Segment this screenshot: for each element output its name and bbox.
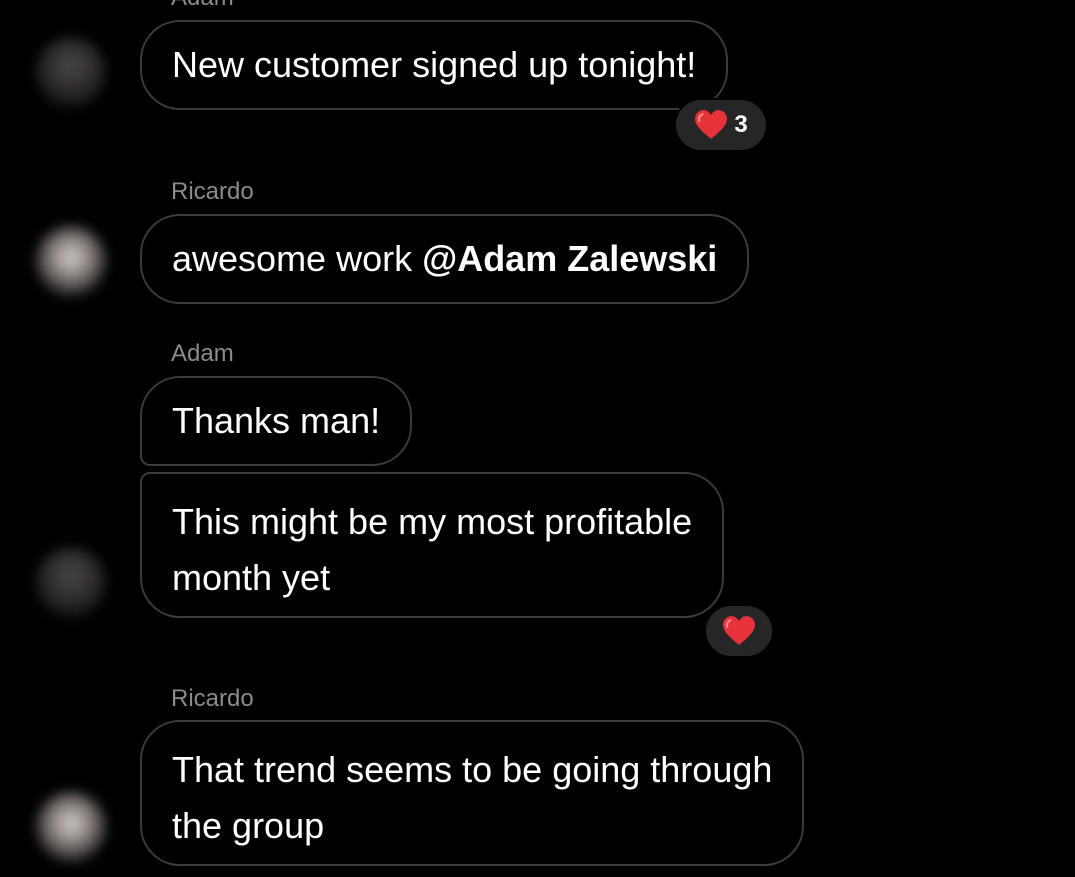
sender-name: Adam [171,0,234,10]
reaction-badge[interactable] [704,604,774,658]
message-bubble[interactable]: This might be my most profitable month y… [140,472,725,618]
message-text-line: That trend seems to be going through [172,749,773,790]
message-text: Thanks man! [172,400,381,441]
message-text-line: month yet [172,557,331,598]
message-text: New customer signed up tonight! [172,44,697,85]
sender-name: Ricardo [171,685,254,712]
message-bubble[interactable]: awesome work @Adam Zalewski [140,214,750,304]
avatar[interactable] [36,548,106,618]
message-bubble[interactable]: Thanks man! [140,376,413,466]
avatar[interactable] [36,38,106,108]
message-text-line: This might be my most profitable [172,501,693,542]
heart-icon [695,110,728,139]
message-bubble[interactable]: New customer signed up tonight! [140,20,729,110]
sender-name: Ricardo [171,178,254,205]
avatar[interactable] [36,226,106,296]
sender-name: Adam [171,340,234,367]
message-text-line: the group [172,805,325,846]
mention-link[interactable]: @Adam Zalewski [422,238,717,279]
reaction-count: 3 [734,111,748,138]
message-bubble[interactable]: That trend seems to be going through the… [140,720,805,866]
message-text: awesome work [172,238,423,279]
avatar[interactable] [36,792,106,862]
heart-icon [723,616,755,645]
reaction-badge[interactable]: 3 [674,98,768,152]
